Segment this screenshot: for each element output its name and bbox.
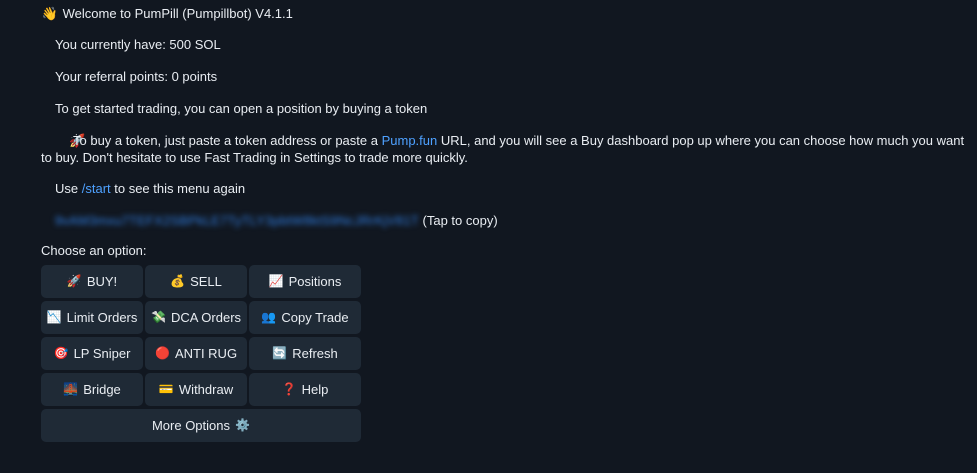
start-command-link[interactable]: /start [82,181,111,196]
money-bag-icon: 💰 [170,274,186,288]
help-label: Help [301,382,329,397]
use-start-line: Use /start to see this menu again [55,181,245,197]
anti-rug-label: ANTI RUG [174,346,238,361]
use-suffix-text: to see this menu again [110,181,246,196]
chart-down-icon: 📉 [46,310,62,324]
withdraw-button[interactable]: 💳 Withdraw [145,373,247,406]
help-button[interactable]: ❓ Help [249,373,361,406]
gear-icon: ⚙️ [235,418,250,432]
people-icon: 👥 [261,310,277,324]
bridge-label: Bridge [83,382,121,397]
buy-button[interactable]: 🚀 BUY! [41,265,143,298]
pumpfun-link[interactable]: Pump.fun [382,133,438,148]
buy-info-text-before: To buy a token, just paste a token addre… [73,133,382,148]
refresh-button[interactable]: 🔄 Refresh [249,337,361,370]
tap-to-copy-label[interactable]: (Tap to copy) [423,213,498,228]
anti-rug-button[interactable]: 🔴 ANTI RUG [145,337,247,370]
credit-card-icon: 💳 [158,382,174,396]
limit-orders-label: Limit Orders [66,310,138,325]
welcome-line: 👋 Welcome to PumPill (Pumpillbot) V4.1.1 [41,6,293,23]
welcome-text: Welcome to PumPill (Pumpillbot) V4.1.1 [62,6,293,21]
choose-option-label: Choose an option: [41,243,147,258]
sell-button[interactable]: 💰 SELL [145,265,247,298]
balance-text: You currently have: 500 SOL [55,37,221,52]
sell-label: SELL [190,274,222,289]
positions-label: Positions [288,274,342,289]
withdraw-label: Withdraw [178,382,234,397]
copy-trade-button[interactable]: 👥 Copy Trade [249,301,361,334]
bridge-button[interactable]: 🌉 Bridge [41,373,143,406]
chart-up-icon: 📈 [268,274,284,288]
rocket-icon: 🚀 [69,134,86,149]
bridge-icon: 🌉 [63,382,79,396]
refresh-label: Refresh [292,346,338,361]
limit-orders-button[interactable]: 📉 Limit Orders [41,301,143,334]
dca-orders-label: DCA Orders [170,310,242,325]
more-options-label: More Options [151,418,231,433]
copy-trade-label: Copy Trade [281,310,349,325]
bot-message-view: 👋 Welcome to PumPill (Pumpillbot) V4.1.1… [0,0,977,473]
referral-text: Your referral points: 0 points [55,69,218,84]
positions-button[interactable]: 📈 Positions [249,265,361,298]
target-icon: 🎯 [53,346,69,360]
red-circle-icon: 🔴 [154,346,170,360]
get-started-text: To get started trading, you can open a p… [55,101,428,116]
more-options-button[interactable]: More Options ⚙️ [41,409,361,442]
wallet-address[interactable]: 9vAM3mxu7TEFX2SBPkLE7TyTLY3pbtW8ktS9NcJR… [55,213,419,229]
refresh-icon: 🔄 [272,346,288,360]
buy-label: BUY! [86,274,118,289]
question-mark-icon: ❓ [281,382,297,396]
wallet-address-line[interactable]: 9vAM3mxu7TEFX2SBPkLE7TyTLY3pbtW8ktS9NcJR… [55,213,498,229]
lp-sniper-button[interactable]: 🎯 LP Sniper [41,337,143,370]
use-prefix-text: Use [55,181,82,196]
buy-info-paragraph: 🚀To buy a token, just paste a token addr… [41,133,975,166]
waving-hand-icon: 👋 [41,7,59,22]
dca-orders-button[interactable]: 💸 DCA Orders [145,301,247,334]
lp-sniper-label: LP Sniper [73,346,131,361]
money-wings-icon: 💸 [150,310,166,324]
rocket-icon: 🚀 [66,274,82,288]
